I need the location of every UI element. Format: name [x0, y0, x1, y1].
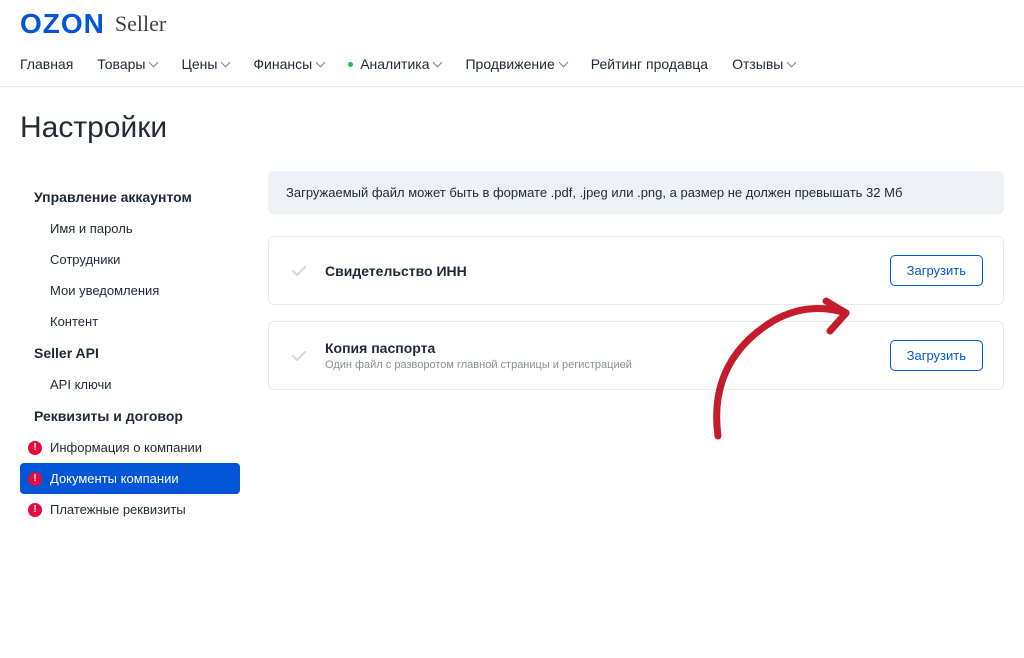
- nav-item-label: Товары: [97, 56, 145, 72]
- sidebar-item-label: Платежные реквизиты: [50, 502, 186, 517]
- sidebar-item-label: API ключи: [50, 377, 111, 392]
- top-nav: Главная Товары Цены Финансы Аналитика Продвиж…: [0, 44, 1024, 87]
- nav-item-3[interactable]: Финансы: [253, 56, 324, 72]
- header-logo: OZON Seller: [0, 0, 1024, 44]
- sidebar-item[interactable]: Контент: [20, 306, 240, 337]
- nav-item-label: Цены: [181, 56, 217, 72]
- sidebar-item-label: Имя и пароль: [50, 221, 133, 236]
- document-card: Копия паспорта Один файл с разворотом гла…: [268, 321, 1004, 390]
- sidebar-item[interactable]: API ключи: [20, 369, 240, 400]
- alert-icon: !: [28, 472, 42, 486]
- logo-ozon: OZON: [20, 8, 105, 40]
- documents-list: Свидетельство ИНН Загрузить Копия паспорта…: [268, 236, 1004, 390]
- sidebar-item-label: Информация о компании: [50, 440, 202, 455]
- document-title: Копия паспорта: [325, 340, 874, 356]
- sidebar-item[interactable]: Имя и пароль: [20, 213, 240, 244]
- nav-item-label: Отзывы: [732, 56, 783, 72]
- upload-button[interactable]: Загрузить: [890, 255, 983, 286]
- sidebar-item-label: Сотрудники: [50, 252, 120, 267]
- nav-item-label: Главная: [20, 56, 73, 72]
- sidebar-item[interactable]: Мои уведомления: [20, 275, 240, 306]
- nav-item-0[interactable]: Главная: [20, 56, 73, 72]
- settings-sidebar: Управление аккаунтом Имя и пароль Сотрудни…: [20, 171, 240, 525]
- logo-seller: Seller: [115, 11, 166, 37]
- content-row: Управление аккаунтом Имя и пароль Сотрудни…: [0, 171, 1024, 565]
- nav-item-7[interactable]: Отзывы: [732, 56, 795, 72]
- upload-info-banner: Загружаемый файл может быть в формате .p…: [268, 171, 1004, 214]
- sidebar-item-label: Документы компании: [50, 471, 179, 486]
- main-panel: Загружаемый файл может быть в формате .p…: [268, 171, 1004, 525]
- upload-button[interactable]: Загрузить: [890, 340, 983, 371]
- document-text: Свидетельство ИНН: [325, 263, 874, 279]
- sidebar-item-label: Мои уведомления: [50, 283, 159, 298]
- alert-icon: !: [28, 503, 42, 517]
- nav-item-label: Аналитика: [360, 56, 429, 72]
- check-icon: [289, 261, 309, 281]
- document-card: Свидетельство ИНН Загрузить: [268, 236, 1004, 305]
- sidebar-section-title: Реквизиты и договор: [20, 400, 240, 432]
- sidebar-section-title: Управление аккаунтом: [20, 181, 240, 213]
- document-text: Копия паспорта Один файл с разворотом гла…: [325, 340, 874, 371]
- nav-item-6[interactable]: Рейтинг продавца: [591, 56, 708, 72]
- sidebar-item[interactable]: Сотрудники: [20, 244, 240, 275]
- document-title: Свидетельство ИНН: [325, 263, 874, 279]
- alert-icon: !: [28, 441, 42, 455]
- document-subtitle: Один файл с разворотом главной страницы …: [325, 359, 874, 371]
- sidebar-item-label: Контент: [50, 314, 98, 329]
- sidebar-section-title: Seller API: [20, 337, 240, 369]
- nav-item-4[interactable]: Аналитика: [348, 56, 441, 72]
- chevron-down-icon: [221, 58, 231, 68]
- nav-item-5[interactable]: Продвижение: [465, 56, 566, 72]
- sidebar-item[interactable]: ! Информация о компании: [20, 432, 240, 463]
- nav-item-2[interactable]: Цены: [181, 56, 229, 72]
- page-title: Настройки: [0, 87, 1024, 171]
- sidebar-item[interactable]: ! Документы компании: [20, 463, 240, 494]
- nav-item-label: Продвижение: [465, 56, 554, 72]
- nav-item-label: Финансы: [253, 56, 312, 72]
- chevron-down-icon: [787, 58, 797, 68]
- chevron-down-icon: [433, 58, 443, 68]
- nav-item-label: Рейтинг продавца: [591, 56, 708, 72]
- chevron-down-icon: [558, 58, 568, 68]
- notification-dot-icon: [348, 62, 353, 67]
- chevron-down-icon: [149, 58, 159, 68]
- check-icon: [289, 346, 309, 366]
- nav-item-1[interactable]: Товары: [97, 56, 157, 72]
- sidebar-item[interactable]: ! Платежные реквизиты: [20, 494, 240, 525]
- chevron-down-icon: [316, 58, 326, 68]
